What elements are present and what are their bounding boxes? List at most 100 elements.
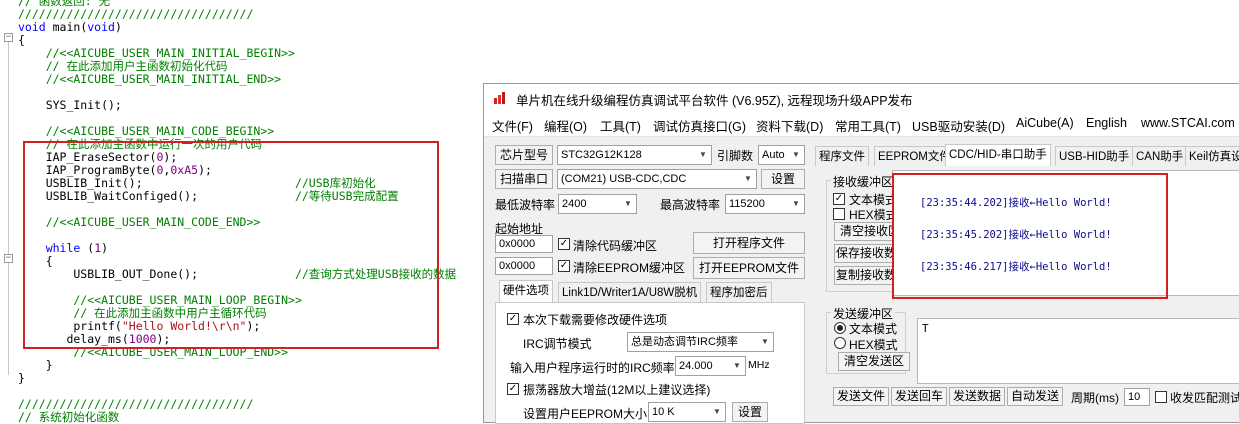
irc-mode-label: IRC调节模式 — [523, 337, 592, 351]
menu-usb-driver[interactable]: USB驱动安装(D) — [912, 116, 1005, 135]
code-line: } — [18, 372, 25, 385]
receive-highlight-box — [892, 173, 1168, 299]
fold-toggle-while[interactable]: − — [4, 254, 13, 263]
menu-program[interactable]: 编程(O) — [544, 116, 587, 135]
code-token: { — [18, 33, 25, 47]
code-token: void — [87, 20, 115, 34]
menu-common-tools[interactable]: 常用工具(T) — [835, 116, 901, 135]
title-bar[interactable]: 单片机在线升级编程仿真调试平台软件 (V6.95Z), 远程现场升级APP发布 — [484, 84, 1239, 112]
tab-eeprom-file[interactable]: EEPROM文件 — [874, 146, 955, 166]
fold-toggle-main[interactable]: − — [4, 33, 13, 42]
min-baud-label: 最低波特率 — [495, 198, 556, 212]
code-highlight-box — [23, 141, 439, 349]
send-data-button[interactable]: 发送数据 — [949, 387, 1005, 406]
irc-mode-select[interactable]: 总是动态调节IRC频率 ▼ — [627, 332, 774, 352]
send-return-button[interactable]: 发送回车 — [891, 387, 947, 406]
receive-buffer-title: 接收缓冲区 — [831, 173, 896, 190]
chevron-down-icon: ▼ — [792, 199, 800, 208]
irc-frequency-select[interactable]: 24.000 ▼ — [675, 356, 746, 376]
code-line: void main(void) — [18, 21, 122, 34]
tab-cdc-serial-assistant[interactable]: CDC/HID-串口助手 — [945, 144, 1051, 166]
window-title: 单片机在线升级编程仿真调试平台软件 (V6.95Z), 远程现场升级APP发布 — [516, 94, 913, 108]
osc-gain-label: 振荡器放大增益(12M以上建议选择) — [523, 383, 711, 397]
max-baud-label: 最高波特率 — [660, 198, 721, 212]
code-token: //<<AICUBE_USER_MAIN_INITIAL_END>> — [18, 72, 282, 86]
code-line: // 系统初始化函数 — [18, 411, 119, 424]
clear-send-button[interactable]: 清空发送区 — [838, 352, 910, 371]
auto-send-button[interactable]: 自动发送 — [1007, 387, 1063, 406]
open-eeprom-file-button[interactable]: 打开EEPROM文件 — [693, 257, 805, 279]
scan-port-button[interactable]: 扫描串口 — [495, 169, 553, 189]
port-select[interactable]: (COM21) USB-CDC,CDC ▼ — [557, 169, 757, 189]
menu-tools[interactable]: 工具(T) — [600, 116, 641, 135]
match-test-label: 收发匹配测试 — [1170, 391, 1239, 405]
period-label: 周期(ms) — [1071, 391, 1119, 405]
eeprom-size-value: 10 K — [652, 406, 675, 418]
match-test-checkbox[interactable] — [1155, 391, 1167, 403]
open-program-file-button[interactable]: 打开程序文件 — [693, 232, 805, 254]
send-text-area[interactable]: T — [917, 318, 1239, 384]
tab-usb-hid-assistant[interactable]: USB-HID助手 — [1055, 146, 1134, 166]
hardware-options-panel: ✓ 本次下载需要修改硬件选项 IRC调节模式 总是动态调节IRC频率 ▼ 输入用… — [495, 302, 805, 424]
modify-hw-checkbox[interactable]: ✓ — [507, 313, 519, 325]
tab-hardware-options[interactable]: 硬件选项 — [499, 280, 553, 302]
code-line: //<<AICUBE_USER_MAIN_INITIAL_END>> — [18, 73, 281, 86]
irc-unit-label: MHz — [748, 359, 770, 371]
tab-program-file[interactable]: 程序文件 — [815, 146, 869, 166]
eeprom-size-select[interactable]: 10 K ▼ — [648, 402, 726, 422]
tab-offline-writer[interactable]: Link1D/Writer1A/U8W脱机 — [558, 282, 702, 302]
code-token: SYS_Init(); — [18, 98, 122, 112]
right-tab-strip: 程序文件 EEPROM文件 CDC/HID-串口助手 USB-HID助手 CAN… — [815, 144, 1239, 166]
menu-english[interactable]: English — [1086, 116, 1127, 130]
isp-tool-window: 单片机在线升级编程仿真调试平台软件 (V6.95Z), 远程现场升级APP发布 … — [483, 83, 1239, 424]
left-tab-strip: 硬件选项 Link1D/Writer1A/U8W脱机 程序加密后 — [495, 280, 805, 302]
osc-gain-checkbox[interactable]: ✓ — [507, 383, 519, 395]
tab-program-encryption[interactable]: 程序加密后 — [706, 282, 772, 302]
clear-eeprom-checkbox[interactable]: ✓ — [558, 260, 570, 272]
code-token: ////////////////////////////////// — [18, 7, 254, 21]
irc-frequency-value: 24.000 — [679, 360, 713, 372]
min-baud-select[interactable]: 2400 ▼ — [558, 194, 637, 214]
menu-aicube[interactable]: AiCube(A) — [1016, 116, 1074, 130]
chip-model-select[interactable]: STC32G12K128 ▼ — [557, 145, 712, 165]
recv-hex-mode-checkbox[interactable] — [833, 208, 845, 220]
max-baud-select[interactable]: 115200 ▼ — [725, 194, 805, 214]
code-line: SYS_Init(); — [18, 99, 122, 112]
tab-keil-debug[interactable]: Keil仿真设 — [1185, 146, 1239, 166]
menu-bar: 文件(F) 编程(O) 工具(T) 调试仿真接口(G) 资料下载(D) 常用工具… — [484, 112, 1239, 137]
send-file-button[interactable]: 发送文件 — [833, 387, 889, 406]
code-token: } — [18, 358, 53, 372]
menu-debug[interactable]: 调试仿真接口(G) — [653, 116, 746, 135]
menu-website[interactable]: www.STCAI.com — [1141, 116, 1235, 130]
recv-hex-mode-label: HEX模式 — [849, 208, 898, 222]
chip-model-button[interactable]: 芯片型号 — [495, 145, 553, 165]
recv-text-mode-checkbox[interactable]: ✓ — [833, 193, 845, 205]
min-baud-value: 2400 — [562, 198, 587, 210]
code-token: //<<AICUBE_USER_MAIN_CODE_BEGIN>> — [18, 124, 275, 138]
code-token: // 在此添加用户主函数初始化代码 — [18, 59, 228, 73]
port-value: (COM21) USB-CDC,CDC — [561, 173, 687, 185]
period-input[interactable]: 10 — [1124, 388, 1150, 406]
menu-file[interactable]: 文件(F) — [492, 116, 533, 135]
port-settings-button[interactable]: 设置 — [761, 169, 805, 189]
clear-eeprom-label: 清除EEPROM缓冲区 — [573, 261, 686, 275]
app-icon — [494, 92, 505, 104]
modify-hw-label: 本次下载需要修改硬件选项 — [523, 313, 668, 327]
max-baud-value: 115200 — [729, 198, 765, 210]
code-address-input[interactable]: 0x0000 — [495, 235, 553, 253]
menu-downloads[interactable]: 资料下载(D) — [756, 116, 823, 135]
chevron-down-icon: ▼ — [624, 199, 632, 208]
irc-frequency-label: 输入用户程序运行时的IRC频率 — [510, 361, 675, 375]
eeprom-address-input[interactable]: 0x0000 — [495, 257, 553, 275]
send-text-mode-radio[interactable] — [834, 322, 846, 334]
send-hex-mode-radio[interactable] — [834, 337, 846, 349]
chevron-down-icon: ▼ — [761, 337, 769, 346]
chevron-down-icon: ▼ — [733, 361, 741, 370]
code-token: // 系统初始化函数 — [18, 410, 120, 424]
eeprom-size-set-button[interactable]: 设置 — [732, 402, 768, 422]
tab-can-assistant[interactable]: CAN助手 — [1132, 146, 1188, 166]
clear-code-checkbox[interactable]: ✓ — [558, 238, 570, 250]
clear-code-label: 清除代码缓冲区 — [573, 239, 658, 253]
eeprom-size-label: 设置用户EEPROM大小 — [523, 407, 648, 421]
pin-count-select[interactable]: Auto ▼ — [758, 145, 805, 165]
